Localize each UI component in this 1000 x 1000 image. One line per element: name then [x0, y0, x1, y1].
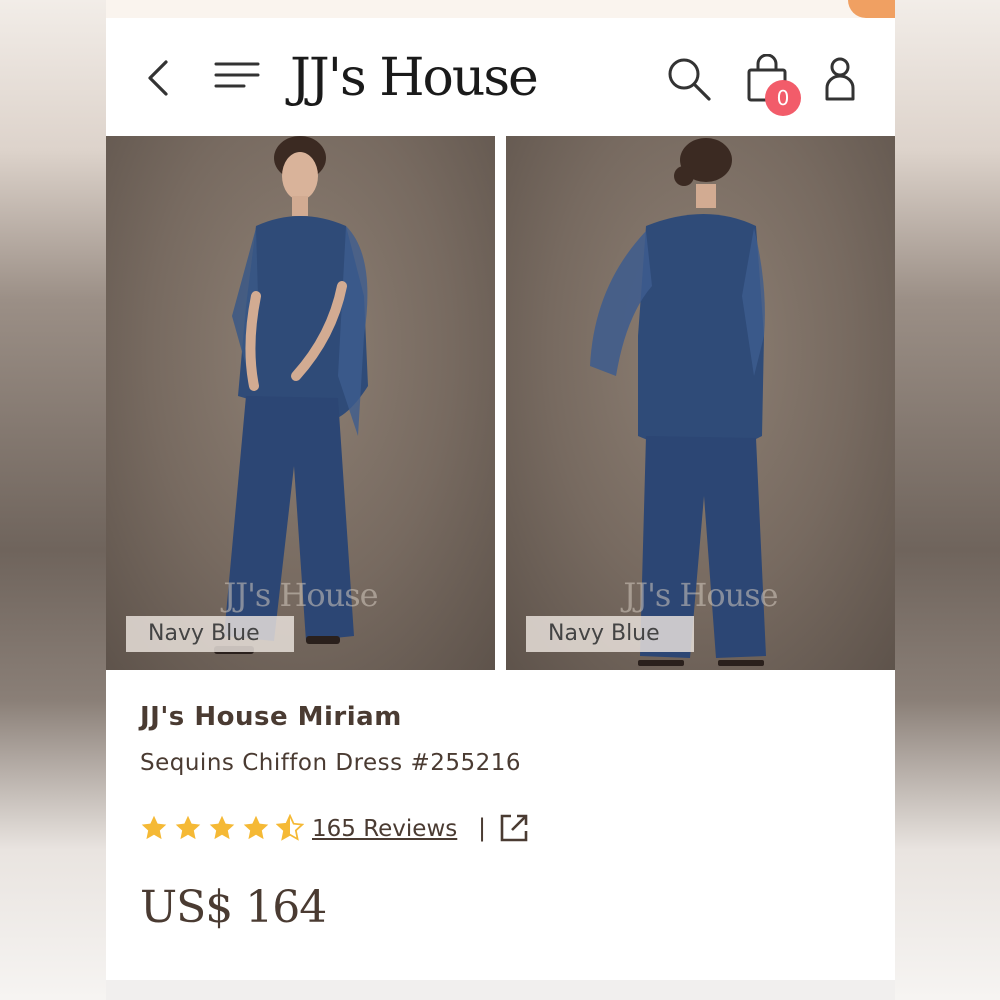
share-icon[interactable] — [498, 812, 530, 844]
product-photo-back[interactable]: JJ's House Navy Blue — [506, 136, 895, 670]
cart-count-badge: 0 — [765, 80, 801, 116]
user-icon[interactable] — [824, 56, 856, 102]
product-gallery: JJ's House Navy Blue JJ's House Navy Blu… — [106, 136, 895, 670]
site-logo[interactable]: JJ's House — [290, 48, 539, 108]
phone-screen: JJ's House 0 JJ's House Navy Blue JJ's H… — [106, 18, 895, 1000]
product-price: US$ 164 — [140, 882, 327, 933]
rating-row: 165 Reviews | — [140, 812, 560, 848]
menu-icon[interactable] — [214, 60, 260, 90]
color-tag: Navy Blue — [126, 616, 294, 652]
top-strip — [106, 0, 895, 18]
watermark: JJ's House — [223, 576, 378, 614]
star-full-icon — [209, 815, 235, 840]
product-photo-front[interactable]: JJ's House Navy Blue — [106, 136, 495, 670]
watermark: JJ's House — [623, 576, 778, 614]
reviews-link[interactable]: 165 Reviews — [312, 812, 457, 846]
product-subtitle: Sequins Chiffon Dress #255216 — [140, 750, 522, 776]
star-full-icon — [243, 815, 269, 840]
star-half-icon — [276, 814, 304, 841]
product-title: JJ's House Miriam — [140, 702, 402, 732]
star-full-icon — [141, 815, 167, 840]
back-icon[interactable] — [144, 58, 174, 98]
divider: | — [478, 814, 487, 842]
star-full-icon — [175, 815, 201, 840]
color-tag: Navy Blue — [526, 616, 694, 652]
bottom-bar — [106, 980, 895, 1000]
search-icon[interactable] — [666, 56, 712, 102]
header-bar: JJ's House 0 — [106, 18, 895, 136]
